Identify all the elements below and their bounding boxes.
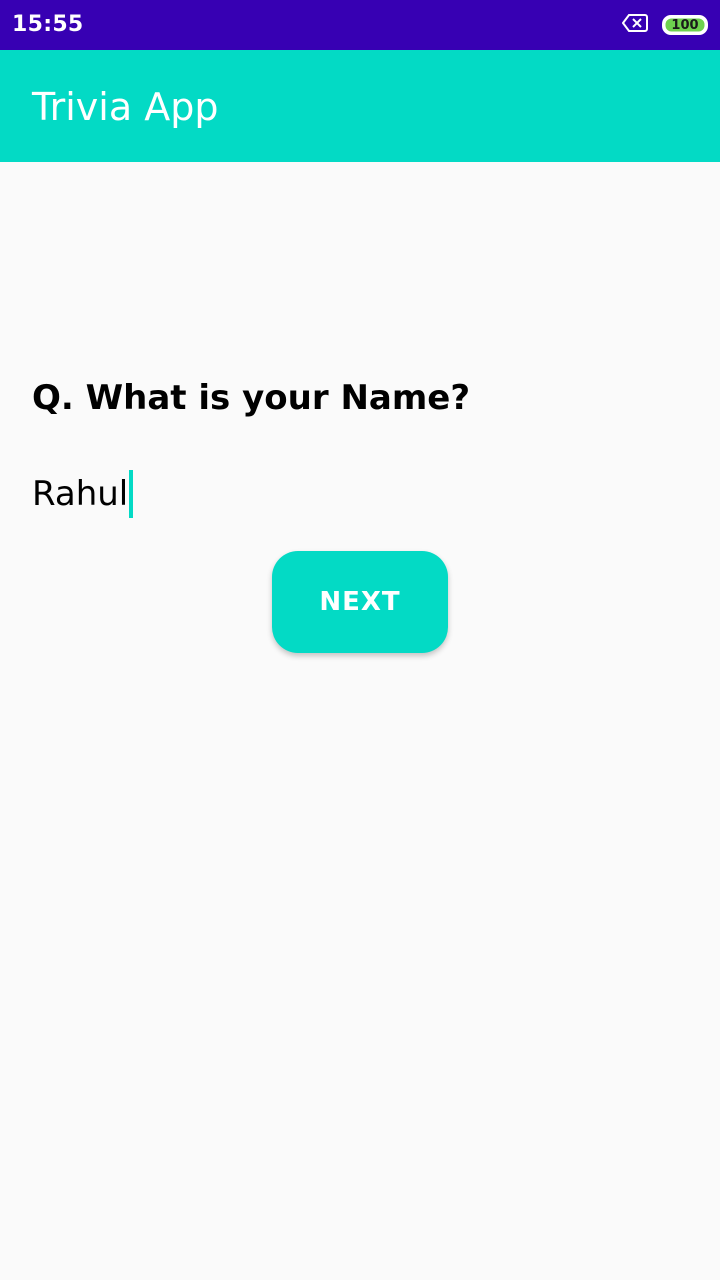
battery-icon: 100 [662,15,708,35]
sim-off-icon [621,13,648,38]
status-time: 15:55 [12,12,84,37]
status-icons: 100 [621,12,708,38]
question-text: Q. What is your Name? [32,378,471,418]
status-bar: 15:55 100 [0,0,720,50]
name-input[interactable]: Rahul [32,468,688,520]
text-cursor [129,470,134,518]
next-button[interactable]: NEXT [272,551,448,653]
main-content [0,162,720,1280]
battery-level: 100 [671,17,699,33]
name-input-value: Rahul [32,474,129,514]
app-title: Trivia App [32,85,219,129]
